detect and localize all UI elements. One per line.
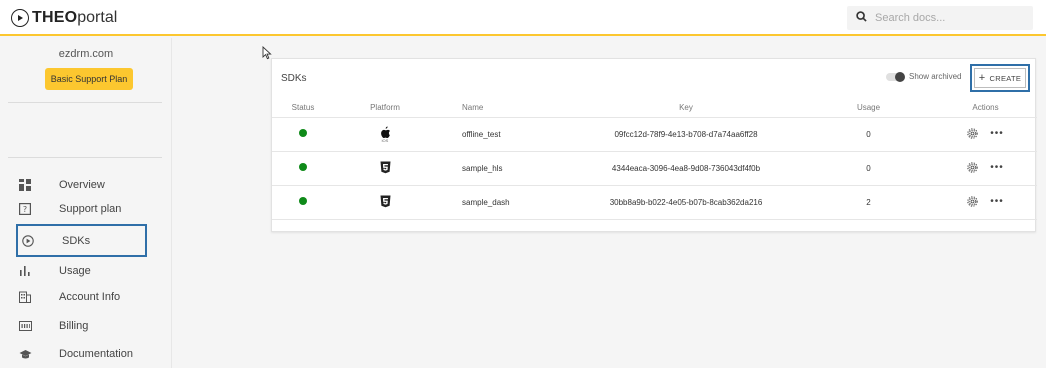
status-active-dot <box>299 129 307 137</box>
more-options-icon[interactable]: ••• <box>990 128 1004 139</box>
sidebar-item-label: SDKs <box>62 234 91 247</box>
table-header-row: Status Platform Name Key Usage Actions <box>272 98 1037 118</box>
sidebar-item-support-plan[interactable]: ? Support plan <box>18 198 168 220</box>
create-button-inner: + CREATE <box>974 68 1026 88</box>
column-header-name[interactable]: Name <box>436 98 569 118</box>
sdk-key: 09fcc12d-78f9-4e13-b708-d7a74aa6ff28 <box>569 117 803 152</box>
search-icon <box>856 9 867 27</box>
sdk-key: 30bb8a9b-b022-4e05-b07b-8cab362da216 <box>569 185 803 220</box>
toggle-switch[interactable] <box>886 71 905 82</box>
sdk-usage: 0 <box>803 151 934 186</box>
sidebar-item-label: Documentation <box>59 348 133 360</box>
building-icon <box>18 290 32 304</box>
table-row[interactable]: sample_hls 4344eaca-3096-4ea8-9d08-73604… <box>272 151 1037 186</box>
sidebar-item-usage[interactable]: Usage <box>18 260 168 282</box>
theo-portal-logo[interactable]: THEO portal <box>11 9 117 27</box>
sidebar-item-label: Account Info <box>59 291 121 303</box>
svg-text:?: ? <box>23 205 27 214</box>
sdk-name: sample_dash <box>436 185 569 220</box>
platform-html5-icon <box>380 195 391 208</box>
settings-gear-icon[interactable] <box>967 195 978 207</box>
bar-chart-icon <box>18 264 32 278</box>
column-header-usage[interactable]: Usage <box>803 98 934 118</box>
status-active-dot <box>299 163 307 171</box>
sidebar-item-label: Billing <box>59 320 89 332</box>
logo-text-light: portal <box>77 9 118 26</box>
grid-icon <box>18 178 32 192</box>
table-row[interactable]: iOS offline_test 09fcc12d-78f9-4e13-b708… <box>272 117 1037 152</box>
sdks-card-title: SDKs <box>281 73 307 84</box>
plus-icon: + <box>978 72 986 84</box>
more-options-icon[interactable]: ••• <box>990 162 1004 173</box>
sdk-name: offline_test <box>436 117 569 152</box>
settings-gear-icon[interactable] <box>967 127 978 139</box>
sdks-card: SDKs Show archived + CREATE Status Platf… <box>271 58 1037 232</box>
play-logo-icon <box>11 9 29 27</box>
sidebar-item-overview[interactable]: Overview <box>18 174 168 196</box>
question-icon: ? <box>18 202 32 216</box>
search-input[interactable] <box>875 12 1015 24</box>
settings-gear-icon[interactable] <box>967 161 978 173</box>
more-options-icon[interactable]: ••• <box>990 196 1004 207</box>
support-plan-button[interactable]: Basic Support Plan <box>45 68 133 90</box>
sdk-key: 4344eaca-3096-4ea8-9d08-736043df4f0b <box>569 151 803 186</box>
column-header-status[interactable]: Status <box>272 98 334 118</box>
platform-ios-icon: iOS <box>380 126 391 143</box>
create-sdk-button[interactable]: + CREATE <box>970 64 1030 92</box>
sdk-name: sample_hls <box>436 151 569 186</box>
search-box[interactable] <box>847 6 1033 30</box>
sidebar-divider <box>8 157 162 158</box>
sdk-usage: 0 <box>803 117 934 152</box>
sidebar-item-billing[interactable]: Billing <box>18 315 168 337</box>
table-row[interactable]: sample_dash 30bb8a9b-b022-4e05-b07b-8cab… <box>272 185 1037 220</box>
create-button-label: CREATE <box>989 73 1022 83</box>
sidebar-item-documentation[interactable]: Documentation <box>18 343 168 365</box>
sidebar-item-account-info[interactable]: Account Info <box>18 286 168 308</box>
column-header-actions: Actions <box>934 98 1037 118</box>
logo-text-strong: THEO <box>32 9 78 26</box>
invoice-icon <box>18 319 32 333</box>
sidebar-item-sdks[interactable]: SDKs <box>16 224 147 257</box>
graduation-cap-icon <box>18 347 32 361</box>
top-header: THEO portal <box>0 0 1046 36</box>
show-archived-label: Show archived <box>909 72 962 81</box>
sidebar: ezdrm.com Basic Support Plan Overview ? … <box>0 38 172 368</box>
column-header-platform[interactable]: Platform <box>334 98 436 118</box>
platform-html5-icon <box>380 161 391 174</box>
column-header-key[interactable]: Key <box>569 98 803 118</box>
show-archived-toggle[interactable]: Show archived <box>886 71 962 82</box>
organization-name: ezdrm.com <box>58 48 114 60</box>
play-circle-icon <box>21 234 35 248</box>
sdks-table: Status Platform Name Key Usage Actions i… <box>272 98 1037 220</box>
sidebar-divider <box>8 102 162 103</box>
platform-label: iOS <box>381 137 389 143</box>
sidebar-item-label: Usage <box>59 265 91 277</box>
sdk-usage: 2 <box>803 185 934 220</box>
sidebar-item-label: Support plan <box>59 203 122 215</box>
status-active-dot <box>299 197 307 205</box>
sidebar-item-label: Overview <box>59 179 105 191</box>
